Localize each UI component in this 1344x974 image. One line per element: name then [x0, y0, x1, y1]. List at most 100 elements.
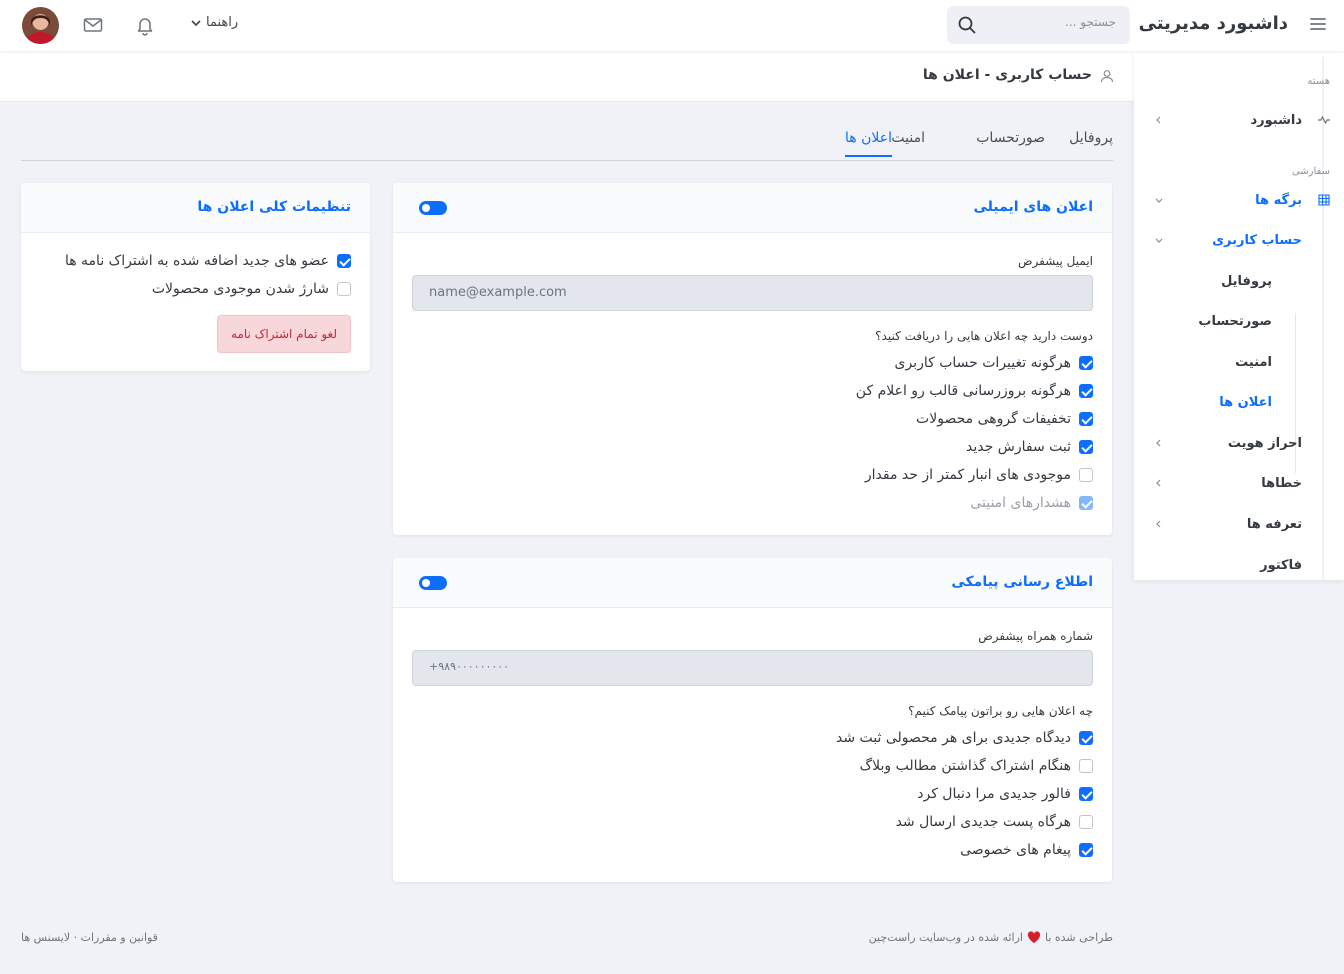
phone-label: شماره همراه پیشفرض [978, 629, 1093, 643]
sidebar-item-auth[interactable]: احراز هویت [1148, 428, 1302, 458]
chevron-down-icon [191, 19, 201, 26]
checkbox[interactable] [1079, 384, 1093, 398]
top-navbar: داشبورد مدیریتی راهنما [0, 0, 1344, 51]
chevron-left-icon [1156, 439, 1161, 447]
sidebar-item-label: تعرفه ها [1246, 516, 1302, 532]
sidebar-item-label: حساب کاربری [1212, 232, 1302, 248]
checkbox-label: هشدارهای امنیتی [970, 495, 1071, 511]
checkbox-label: هنگام اشتراک گذاشتن مطالب وبلاگ [859, 758, 1071, 774]
sms-notifications-card: اطلاع رسانی پیامکی شماره همراه پیشفرض +۹… [393, 558, 1112, 882]
checkbox[interactable] [1079, 787, 1093, 801]
checkbox-option[interactable]: ثبت سفارش جدید [966, 437, 1093, 457]
chevron-down-icon [1155, 238, 1163, 243]
footer-links[interactable]: قوانین و مقررات · لایسنس ها [21, 931, 158, 944]
search-box [947, 6, 1130, 44]
sidebar-item-pages[interactable]: برگه ها [1148, 185, 1330, 215]
page-title: حساب کاربری - اعلان ها [922, 67, 1092, 83]
sidebar-subitem-notifications[interactable]: اعلان ها [1219, 387, 1272, 417]
checkbox[interactable] [337, 254, 351, 268]
search-icon[interactable] [957, 15, 977, 35]
checkbox[interactable] [1079, 440, 1093, 454]
tab-notifications[interactable]: اعلان ها [845, 130, 892, 157]
chevron-left-icon [1156, 520, 1161, 528]
card-title: تنظیمات کلی اعلان ها [197, 199, 351, 215]
phone-field[interactable]: +۹۸۹۰۰۰۰۰۰۰۰۰ [412, 650, 1093, 686]
sidebar-item-invoice[interactable]: فاکتور [1148, 550, 1302, 580]
checkbox-option[interactable]: عضو های جدید اضافه شده به اشتراک نامه ها [65, 251, 351, 271]
checkbox-label: موجودی های انبار کمتر از حد مقدار [864, 467, 1071, 483]
checkbox-label: دیدگاه جدیدی برای هر محصولی ثبت شد [835, 730, 1071, 746]
tab-bar: پروفایل صورتحساب امنیت اعلان ها [21, 120, 1113, 161]
brand-title[interactable]: داشبورد مدیریتی [1139, 13, 1288, 34]
help-dropdown[interactable]: راهنما [190, 15, 238, 30]
checkbox-label: هرگاه پست جدیدی ارسال شد [895, 814, 1071, 830]
checkbox-option[interactable]: فالور جدیدی مرا دنبال کرد [917, 784, 1093, 804]
chevron-left-icon [1156, 479, 1161, 487]
checkbox[interactable] [1079, 496, 1093, 510]
sidebar-item-label: داشبورد [1250, 112, 1302, 128]
checkbox[interactable] [1079, 468, 1093, 482]
chevron-left-icon [1156, 116, 1161, 124]
sidebar-item-dashboard[interactable]: داشبورد [1148, 105, 1330, 135]
mail-icon[interactable] [82, 14, 104, 36]
checkbox[interactable] [1079, 759, 1093, 773]
sidebar-item-errors[interactable]: خطاها [1148, 468, 1302, 498]
menu-icon[interactable] [1308, 14, 1328, 34]
card-title: اطلاع رسانی پیامکی [951, 574, 1093, 590]
email-notifications-toggle[interactable] [419, 201, 447, 215]
tab-billing[interactable]: صورتحساب [976, 130, 1045, 146]
checkbox-label: هرگونه تغییرات حساب کاربری [894, 355, 1071, 371]
checkbox-option[interactable]: هشدارهای امنیتی [970, 493, 1093, 513]
checkbox-option[interactable]: شارژ شدن موجودی محصولات [152, 279, 351, 299]
default-email-field[interactable]: name@example.com [412, 275, 1093, 311]
sms-notifications-toggle[interactable] [419, 576, 447, 590]
sidebar-scrollbar[interactable] [1322, 57, 1324, 580]
search-input[interactable] [986, 15, 1116, 29]
sidebar-section-custom: سفارشی [1291, 166, 1330, 177]
sidebar-item-pricing[interactable]: تعرفه ها [1148, 509, 1302, 539]
help-label: راهنما [206, 15, 239, 30]
chevron-down-icon [1155, 198, 1163, 203]
sms-question: چه اعلان هایی رو براتون پیامک کنیم؟ [908, 704, 1093, 718]
sidebar-subitem-security[interactable]: امنیت [1235, 347, 1272, 377]
checkbox[interactable] [1079, 356, 1093, 370]
checkbox-option[interactable]: موجودی های انبار کمتر از حد مقدار [865, 465, 1093, 485]
checkbox-label: پیغام های خصوصی [960, 842, 1071, 858]
general-settings-card: تنظیمات کلی اعلان ها عضو های جدید اضافه … [21, 183, 370, 371]
heart-icon [1027, 931, 1041, 943]
checkbox-label: هرگونه بروزرسانی قالب رو اعلام کن [855, 383, 1071, 399]
email-notifications-card: اعلان های ایمیلی ایمیل پیشفرض name@examp… [393, 183, 1112, 535]
sidebar-subitem-billing[interactable]: صورتحساب [1198, 306, 1272, 336]
checkbox-label: تخفیفات گروهی محصولات [916, 411, 1071, 427]
sidebar-item-label: خطاها [1261, 475, 1302, 491]
checkbox[interactable] [337, 282, 351, 296]
footer-credit-after: ارائه شده در وب‌سایت راست‌چین [868, 931, 1023, 944]
sidebar-section-core: هسته [1307, 76, 1330, 87]
checkbox-option[interactable]: هرگاه پست جدیدی ارسال شد [896, 812, 1093, 832]
default-email-label: ایمیل پیشفرض [1018, 254, 1093, 268]
unsubscribe-all-button[interactable]: لغو تمام اشتراک نامه [217, 315, 351, 353]
checkbox-option[interactable]: هرگونه بروزرسانی قالب رو اعلام کن [856, 381, 1093, 401]
checkbox[interactable] [1079, 815, 1093, 829]
checkbox-option[interactable]: هنگام اشتراک گذاشتن مطالب وبلاگ [860, 756, 1093, 776]
sidebar-item-label: برگه ها [1255, 192, 1302, 208]
checkbox-option[interactable]: هرگونه تغییرات حساب کاربری [894, 353, 1093, 373]
checkbox-option[interactable]: تخفیفات گروهی محصولات [916, 409, 1093, 429]
checkbox-label: عضو های جدید اضافه شده به اشتراک نامه ها [64, 253, 329, 269]
avatar[interactable] [22, 7, 59, 44]
checkbox[interactable] [1079, 412, 1093, 426]
tab-security[interactable]: امنیت [891, 130, 925, 146]
checkbox[interactable] [1079, 731, 1093, 745]
checkbox-option[interactable]: پیغام های خصوصی [960, 840, 1093, 860]
checkbox-option[interactable]: دیدگاه جدیدی برای هر محصولی ثبت شد [836, 728, 1093, 748]
card-header: اعلان های ایمیلی [393, 183, 1112, 233]
bell-icon[interactable] [134, 14, 156, 36]
sidebar-subitem-profile[interactable]: پروفایل [1221, 266, 1272, 296]
checkbox[interactable] [1079, 843, 1093, 857]
footer-credit: طراحی شده با ارائه شده در وب‌سایت راست‌چ… [869, 931, 1113, 944]
sidebar-item-account[interactable]: حساب کاربری [1148, 225, 1302, 255]
email-question: دوست دارید چه اعلان هایی را دریافت کنید؟ [875, 329, 1093, 343]
tab-profile[interactable]: پروفایل [1069, 130, 1113, 146]
page-header: حساب کاربری - اعلان ها [0, 51, 1134, 102]
grid-icon [1318, 194, 1330, 206]
